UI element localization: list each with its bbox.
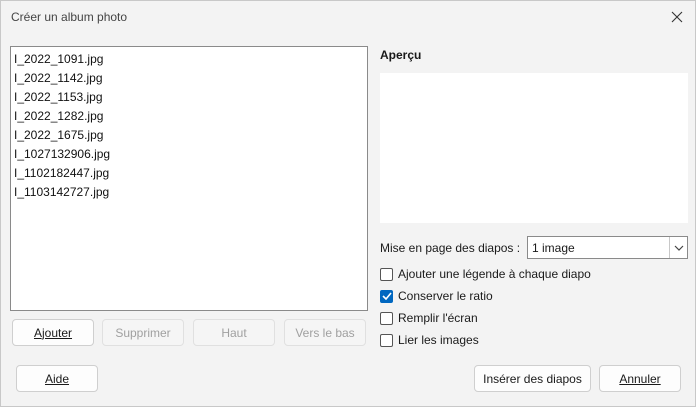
add-caption-checkbox[interactable] [380,267,393,281]
title-bar: Créer un album photo [1,1,695,33]
move-down-button[interactable]: Vers le bas [284,319,366,346]
add-button[interactable]: Ajouter [12,319,94,346]
slide-layout-label: Mise en page des diapos : [380,241,521,255]
file-list-item[interactable]: I_1102182447.jpg [11,164,367,183]
file-list-item[interactable]: I_1103142727.jpg [11,183,367,202]
keep-ratio-checkbox[interactable] [380,289,393,303]
remove-button-label: Supprimer [115,325,171,340]
preview-area [380,73,688,223]
fill-screen-checkbox[interactable] [380,311,393,325]
insert-slides-button-label: Insérer des diapos [483,371,582,386]
keep-ratio-label: Conserver le ratio [398,289,493,303]
image-file-list[interactable]: I_2022_1091.jpg I_2022_1142.jpg I_2022_1… [10,46,368,311]
slide-layout-value: 1 image [532,240,575,255]
option-keep-ratio[interactable]: Conserver le ratio [380,288,493,304]
help-button[interactable]: Aide [16,365,98,392]
file-list-item[interactable]: I_2022_1091.jpg [11,50,367,69]
create-photo-album-dialog: Créer un album photo I_2022_1091.jpg I_2… [0,0,696,407]
option-fill-screen[interactable]: Remplir l'écran [380,310,478,326]
chevron-down-icon[interactable] [669,237,687,258]
option-add-caption[interactable]: Ajouter une légende à chaque diapo [380,266,591,282]
remove-button[interactable]: Supprimer [102,319,184,346]
file-list-item[interactable]: I_2022_1142.jpg [11,69,367,88]
move-up-button[interactable]: Haut [193,319,275,346]
dialog-title: Créer un album photo [11,10,128,24]
preview-label: Aperçu [380,48,422,62]
cancel-button-label: Annuler [619,371,661,386]
file-list-item[interactable]: I_1027132906.jpg [11,145,367,164]
file-list-item[interactable]: I_2022_1282.jpg [11,107,367,126]
file-list-item[interactable]: I_2022_1675.jpg [11,126,367,145]
add-button-label: Ajouter [33,325,73,340]
cancel-button[interactable]: Annuler [599,365,681,392]
move-up-button-label: Haut [221,325,247,340]
link-images-label: Lier les images [398,333,479,347]
help-button-label: Aide [44,371,70,386]
check-icon [381,292,392,300]
file-list-item[interactable]: I_2022_1153.jpg [11,88,367,107]
add-caption-label: Ajouter une légende à chaque diapo [398,267,591,281]
close-icon [671,11,683,23]
fill-screen-label: Remplir l'écran [398,311,478,325]
move-down-button-label: Vers le bas [295,325,355,340]
close-button[interactable] [665,5,689,29]
slide-layout-select[interactable]: 1 image [527,236,688,259]
option-link-images[interactable]: Lier les images [380,332,479,348]
link-images-checkbox[interactable] [380,333,393,347]
insert-slides-button[interactable]: Insérer des diapos [474,365,591,392]
